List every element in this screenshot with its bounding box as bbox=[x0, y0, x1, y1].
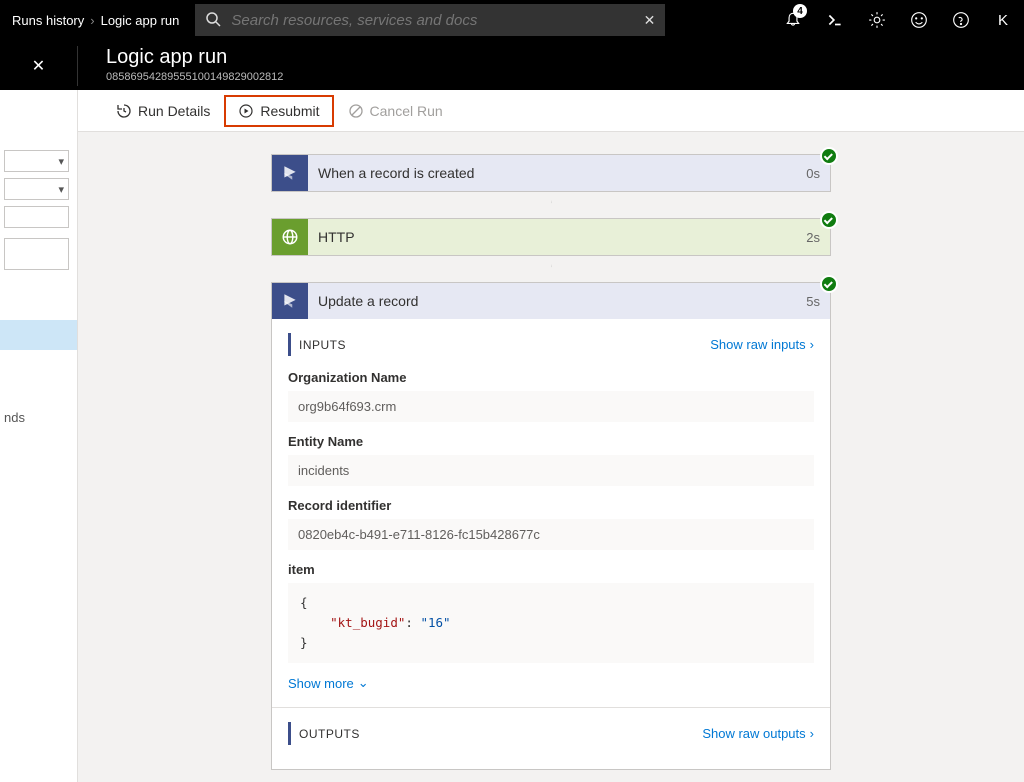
cancel-run-label: Cancel Run bbox=[370, 103, 443, 119]
main-layout: ▾ ▾ nds Run Details Resubmit bbox=[0, 90, 1024, 782]
connector-arrow bbox=[551, 192, 552, 218]
filter-input[interactable] bbox=[4, 206, 69, 228]
chevron-down-icon: ⌄ bbox=[358, 675, 369, 691]
flow-column: When a record is created 0s HTTP bbox=[271, 154, 831, 770]
cloud-shell-icon[interactable] bbox=[814, 0, 856, 40]
dynamics-icon bbox=[272, 283, 308, 319]
outputs-section-header: OUTPUTS Show raw outputs › bbox=[288, 722, 814, 745]
run-id: 08586954289555100149829002812 bbox=[106, 71, 283, 83]
show-raw-outputs-link[interactable]: Show raw outputs › bbox=[702, 726, 814, 741]
run-toolbar: Run Details Resubmit Cancel Run bbox=[78, 90, 1024, 132]
field-label: item bbox=[288, 562, 814, 577]
item-json: { "kt_bugid": "16"} bbox=[288, 583, 814, 663]
http-time: 2s bbox=[796, 230, 830, 245]
top-bar: Runs history › Logic app run ✕ 4 K bbox=[0, 0, 1024, 40]
update-time: 5s bbox=[796, 294, 830, 309]
search-icon bbox=[205, 11, 221, 30]
trigger-label: When a record is created bbox=[308, 165, 796, 181]
blade-title: Logic app run 08586954289555100149829002… bbox=[78, 46, 283, 83]
field-label: Record identifier bbox=[288, 498, 814, 513]
show-more-link[interactable]: Show more ⌄ bbox=[288, 675, 814, 691]
close-button[interactable]: ✕ bbox=[0, 46, 78, 86]
update-label: Update a record bbox=[308, 293, 796, 309]
dynamics-icon bbox=[272, 155, 308, 191]
account-letter[interactable]: K bbox=[982, 0, 1024, 40]
global-search[interactable]: ✕ bbox=[195, 4, 665, 36]
content-area: Run Details Resubmit Cancel Run bbox=[78, 90, 1024, 782]
notification-badge: 4 bbox=[793, 4, 807, 18]
resubmit-button[interactable]: Resubmit bbox=[224, 95, 333, 127]
connector-arrow bbox=[551, 256, 552, 282]
blade-header: ✕ Logic app run 085869542895551001498290… bbox=[0, 40, 1024, 90]
help-icon[interactable] bbox=[940, 0, 982, 40]
success-check-icon bbox=[820, 147, 838, 165]
cancel-icon bbox=[348, 103, 364, 119]
show-raw-inputs-link[interactable]: Show raw inputs › bbox=[710, 337, 814, 352]
breadcrumb-item[interactable]: Logic app run bbox=[101, 13, 180, 28]
history-icon bbox=[116, 103, 132, 119]
org-name-value: org9b64f693.crm bbox=[288, 391, 814, 422]
run-details-button[interactable]: Run Details bbox=[106, 99, 220, 123]
record-id-value: 0820eb4c-b491-e711-8126-fc15b428677c bbox=[288, 519, 814, 550]
clear-icon[interactable]: ✕ bbox=[644, 12, 656, 29]
filter-search[interactable] bbox=[4, 238, 69, 270]
breadcrumb-item[interactable]: Runs history bbox=[12, 13, 84, 28]
field-label: Entity Name bbox=[288, 434, 814, 449]
http-label: HTTP bbox=[308, 229, 796, 245]
designer-canvas[interactable]: When a record is created 0s HTTP bbox=[78, 132, 1024, 782]
trigger-time: 0s bbox=[796, 166, 830, 181]
page-title: Logic app run bbox=[106, 46, 283, 69]
run-details-label: Run Details bbox=[138, 103, 210, 119]
breadcrumb: Runs history › Logic app run bbox=[0, 13, 191, 28]
resubmit-label: Resubmit bbox=[260, 103, 319, 119]
success-check-icon bbox=[820, 275, 838, 293]
inputs-section-header: INPUTS Show raw inputs › bbox=[288, 333, 814, 356]
field-label: Organization Name bbox=[288, 370, 814, 385]
filter-dropdown[interactable]: ▾ bbox=[4, 178, 69, 200]
success-check-icon bbox=[820, 211, 838, 229]
resubmit-icon bbox=[238, 103, 254, 119]
chevron-right-icon: › bbox=[810, 726, 814, 741]
gear-icon[interactable] bbox=[856, 0, 898, 40]
filter-dropdown[interactable]: ▾ bbox=[4, 150, 69, 172]
chevron-right-icon: › bbox=[810, 337, 814, 352]
update-card-body: INPUTS Show raw inputs › Organization Na… bbox=[272, 319, 830, 769]
top-icon-bar: 4 K bbox=[772, 0, 1024, 40]
http-icon bbox=[272, 219, 308, 255]
inputs-label: INPUTS bbox=[299, 338, 346, 352]
notifications-icon[interactable]: 4 bbox=[772, 0, 814, 40]
update-record-card[interactable]: Update a record 5s INPUTS Show raw input… bbox=[271, 282, 831, 770]
outputs-label: OUTPUTS bbox=[299, 727, 360, 741]
search-input[interactable] bbox=[231, 12, 633, 29]
feedback-icon[interactable] bbox=[898, 0, 940, 40]
entity-name-value: incidents bbox=[288, 455, 814, 486]
left-panel: ▾ ▾ nds bbox=[0, 90, 78, 782]
divider bbox=[272, 707, 830, 708]
selected-run-row[interactable] bbox=[0, 320, 77, 350]
truncated-text: nds bbox=[4, 410, 69, 425]
breadcrumb-separator: › bbox=[90, 13, 94, 28]
cancel-run-button: Cancel Run bbox=[338, 99, 453, 123]
